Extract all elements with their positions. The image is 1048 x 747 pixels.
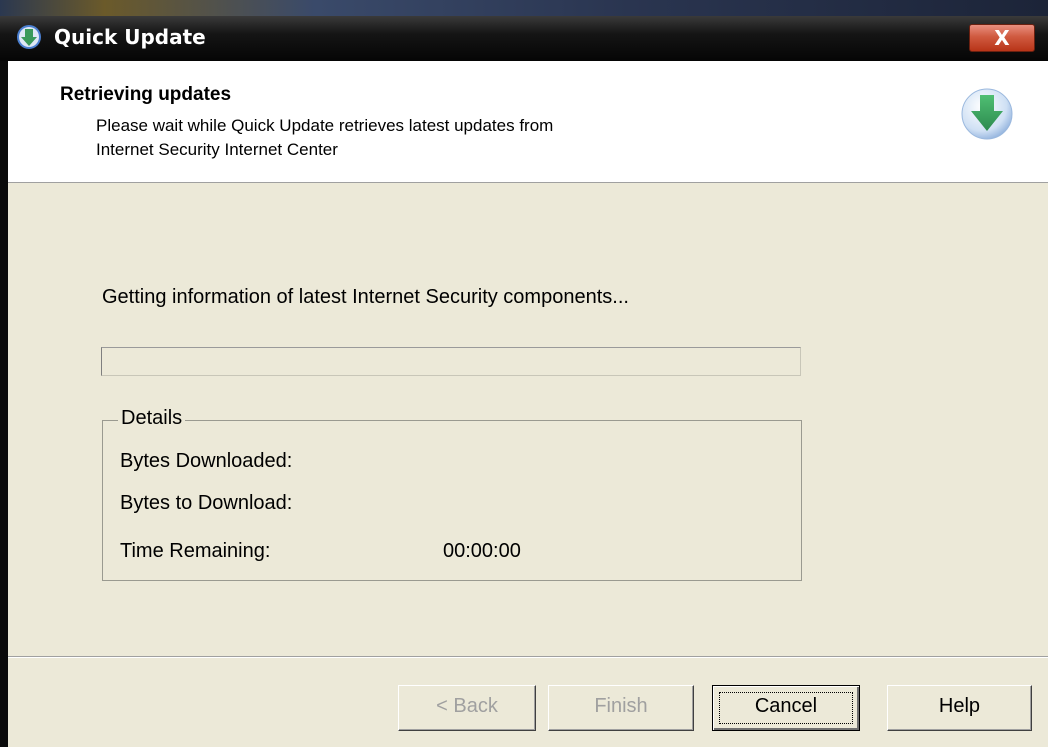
page-subtitle: Please wait while Quick Update retrieves… (96, 114, 796, 162)
time-remaining-label: Time Remaining: (120, 540, 271, 562)
cancel-button[interactable]: Cancel (712, 685, 860, 731)
cancel-button-label: Cancel (754, 695, 818, 717)
close-button[interactable]: X (969, 24, 1035, 52)
bytes-to-download-label: Bytes to Download: (120, 492, 293, 514)
title-bar[interactable]: Quick Update X (0, 16, 1048, 61)
back-button-label: < Back (436, 695, 498, 717)
finish-button[interactable]: Finish (548, 685, 694, 731)
bytes-downloaded-label: Bytes Downloaded: (120, 450, 293, 472)
close-icon: X (994, 26, 1010, 50)
quick-update-dialog: Quick Update X Retrieving updates Please… (0, 0, 1048, 747)
footer-divider (8, 656, 1048, 658)
desktop-strip (0, 0, 1048, 16)
download-arrow-icon (961, 88, 1013, 140)
details-legend: Details (118, 407, 186, 430)
window-frame-edge (0, 61, 8, 747)
subtitle-line-1: Please wait while Quick Update retrieves… (96, 116, 554, 135)
subtitle-line-2: Internet Security Internet Center (96, 140, 338, 159)
time-remaining-value: 00:00:00 (443, 540, 521, 562)
progress-bar (101, 347, 801, 376)
page-title: Retrieving updates (60, 84, 232, 105)
window-title: Quick Update (54, 25, 206, 49)
help-button-label: Help (938, 695, 981, 717)
header-panel: Retrieving updates Please wait while Qui… (8, 61, 1048, 183)
download-arrow-icon (17, 25, 41, 49)
status-message: Getting information of latest Internet S… (102, 286, 629, 308)
finish-button-label: Finish (594, 695, 648, 717)
help-button[interactable]: Help (887, 685, 1032, 731)
back-button[interactable]: < Back (398, 685, 536, 731)
